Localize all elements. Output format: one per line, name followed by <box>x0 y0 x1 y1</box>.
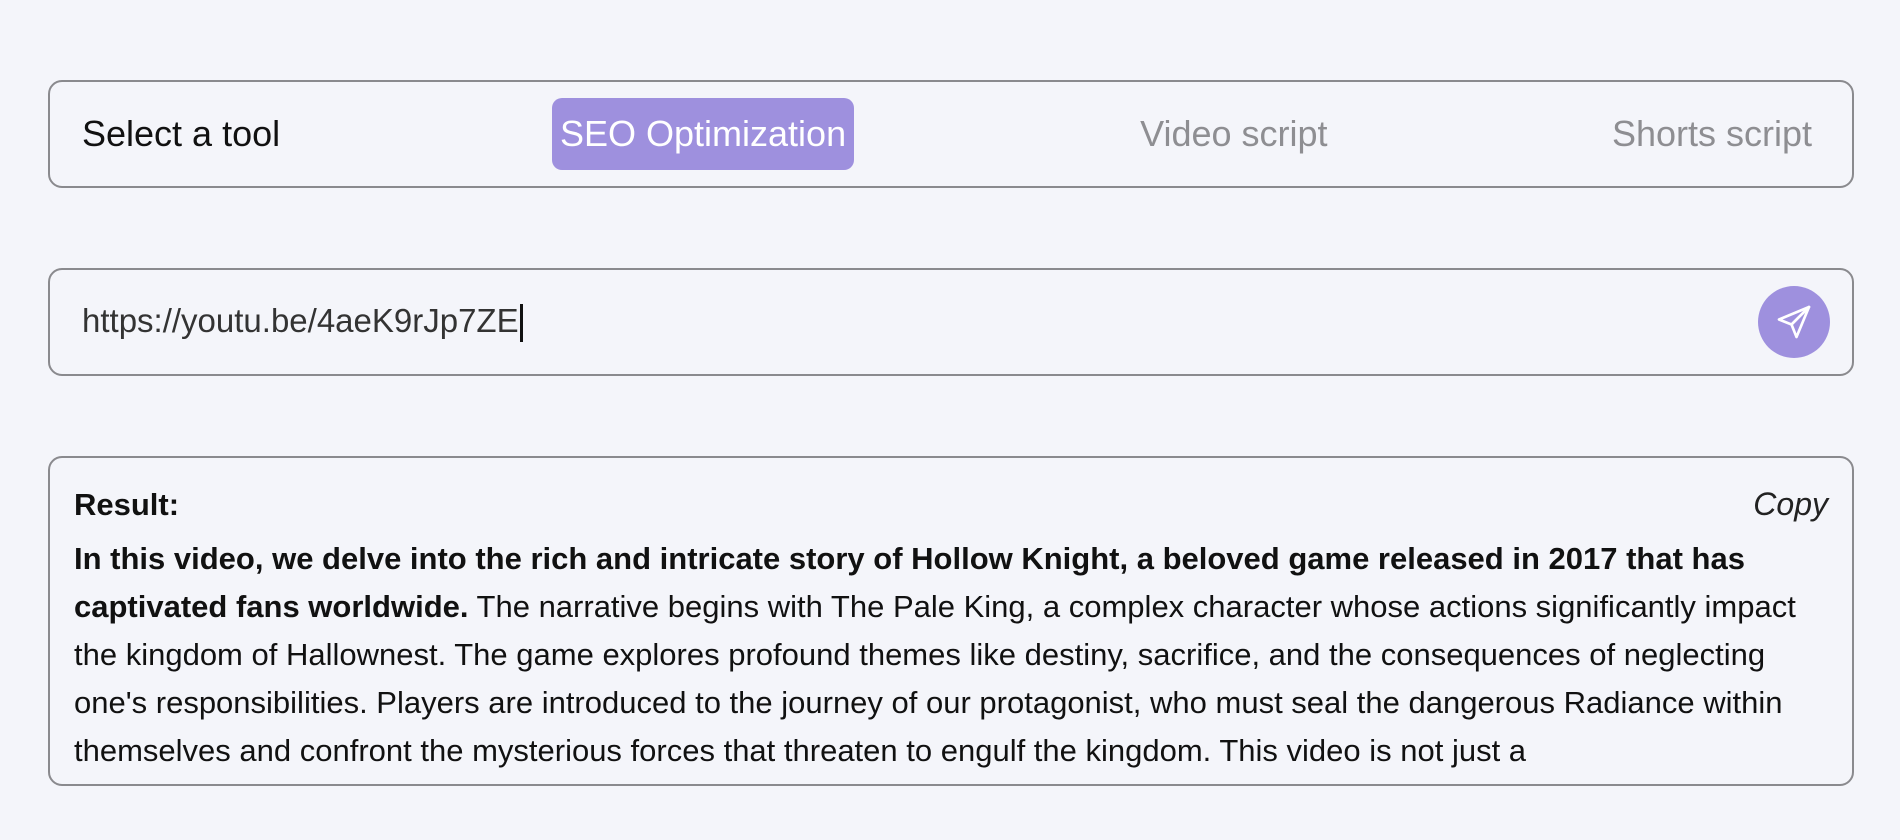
tool-selector: Select a tool SEO Optimization Video scr… <box>48 80 1854 188</box>
tab-shorts-script[interactable]: Shorts script <box>1604 98 1820 170</box>
url-input-container: https://youtu.be/4aeK9rJp7ZE <box>48 268 1854 376</box>
send-button[interactable] <box>1758 286 1830 358</box>
url-input-value: https://youtu.be/4aeK9rJp7ZE <box>82 301 519 339</box>
result-panel: Result: Copy In this video, we delve int… <box>48 456 1854 786</box>
result-header: Result: Copy <box>74 486 1828 523</box>
result-text: In this video, we delve into the rich an… <box>74 535 1828 775</box>
tab-seo-optimization[interactable]: SEO Optimization <box>552 98 855 170</box>
text-caret <box>519 304 523 343</box>
select-tool-label: Select a tool <box>82 113 281 154</box>
result-label: Result: <box>74 487 180 522</box>
paper-plane-icon <box>1777 305 1811 339</box>
url-input[interactable]: https://youtu.be/4aeK9rJp7ZE <box>82 301 1758 343</box>
copy-button[interactable]: Copy <box>1753 486 1828 523</box>
tab-video-script[interactable]: Video script <box>1132 98 1335 170</box>
